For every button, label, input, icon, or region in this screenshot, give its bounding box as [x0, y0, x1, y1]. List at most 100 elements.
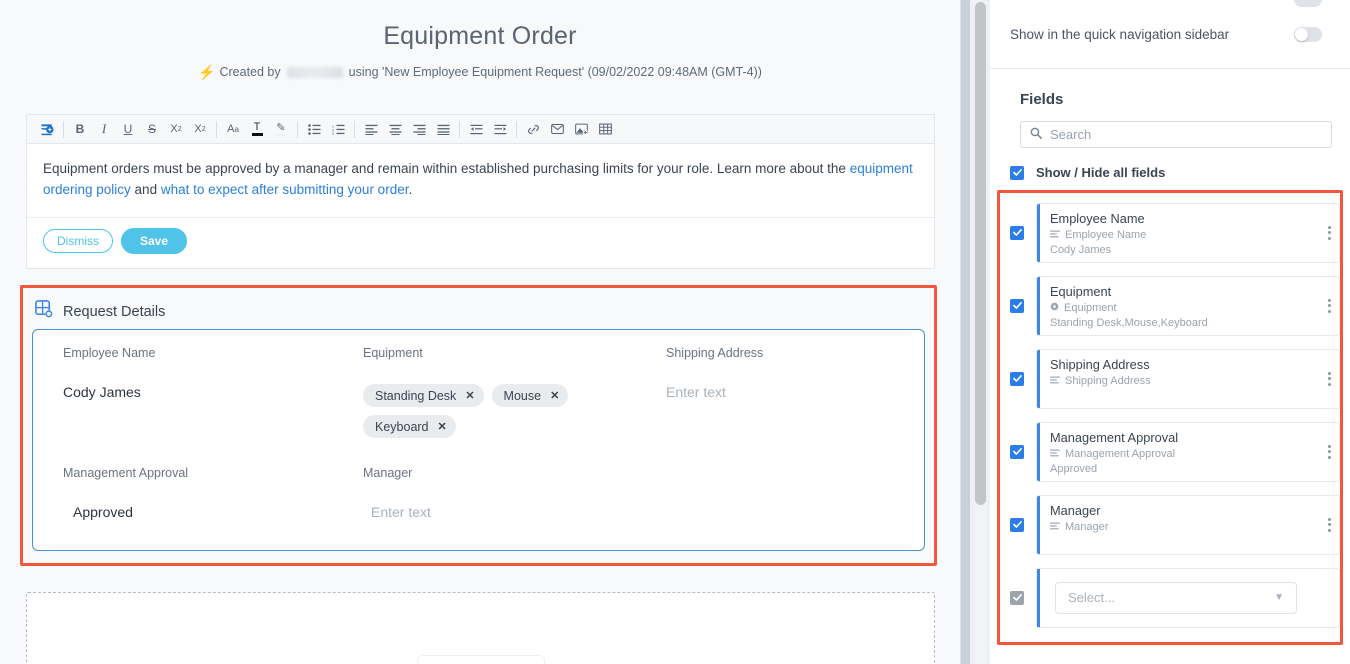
align-center-icon[interactable]: [383, 117, 407, 141]
partial-toggle-above[interactable]: [1294, 0, 1322, 7]
field-visibility-checkbox[interactable]: [1010, 445, 1024, 459]
align-left-icon[interactable]: [359, 117, 383, 141]
new-field-checkbox: [1010, 591, 1024, 605]
insert-table-icon[interactable]: [593, 117, 617, 141]
show-hide-all-row[interactable]: Show / Hide all fields: [990, 148, 1350, 180]
font-size-icon[interactable]: Aa: [221, 117, 245, 141]
insert-field-icon[interactable]: [35, 117, 59, 141]
fields-search-box[interactable]: [1020, 121, 1332, 148]
drop-placeholder-box: [417, 655, 545, 664]
bulleted-list-icon[interactable]: [302, 117, 326, 141]
chip-remove-icon[interactable]: ✕: [550, 389, 559, 402]
rich-text-editor: B I U S X2 X2 Aa T ✎: [26, 114, 935, 269]
bold-icon[interactable]: B: [68, 117, 92, 141]
equipment-field: Equipment Standing Desk ✕ Mouse ✕: [363, 346, 666, 438]
highlight-color-icon[interactable]: ✎: [269, 117, 293, 141]
field-card-type: Employee Name: [1050, 229, 1329, 241]
management-approval-field: Management Approval Approved: [63, 466, 363, 520]
underline-icon[interactable]: U: [116, 117, 140, 141]
toolbar-divider: [297, 121, 298, 138]
numbered-list-icon[interactable]: 123: [326, 117, 350, 141]
created-suffix: using 'New Employee Equipment Request' (…: [349, 65, 762, 79]
dismiss-button[interactable]: Dismiss: [43, 229, 113, 253]
field-card-value: Cody James: [1050, 244, 1329, 256]
equipment-chip[interactable]: Standing Desk ✕: [363, 384, 484, 407]
editor-content[interactable]: Equipment orders must be approved by a m…: [27, 144, 934, 218]
shipping-address-input[interactable]: Enter text: [666, 384, 924, 400]
management-approval-value[interactable]: Approved: [63, 504, 363, 520]
quick-nav-setting-row: Show in the quick navigation sidebar: [990, 0, 1350, 69]
insert-image-icon[interactable]: [569, 117, 593, 141]
chip-remove-icon[interactable]: ✕: [438, 420, 447, 433]
toolbar-divider: [516, 121, 517, 138]
fields-heading: Fields: [990, 69, 1350, 108]
equipment-chip-list: Standing Desk ✕ Mouse ✕ Keyboard ✕: [363, 384, 578, 438]
list-item-new-field: Select... ▼: [1000, 561, 1340, 634]
toolbar-divider: [216, 121, 217, 138]
list-item: Equipment Equipment Standing Desk,Mouse,…: [1000, 269, 1340, 342]
strikethrough-icon[interactable]: S: [140, 117, 164, 141]
field-visibility-checkbox[interactable]: [1010, 372, 1024, 386]
subscript-icon[interactable]: X2: [188, 117, 212, 141]
indent-icon[interactable]: [488, 117, 512, 141]
field-card[interactable]: Manager Manager: [1036, 495, 1340, 555]
fields-search-wrap: [990, 108, 1350, 148]
equipment-chip[interactable]: Keyboard ✕: [363, 415, 456, 438]
field-type-select-value: Select...: [1068, 590, 1115, 605]
attachment-drop-area[interactable]: [26, 592, 935, 664]
field-visibility-checkbox[interactable]: [1010, 226, 1024, 240]
link-icon[interactable]: [521, 117, 545, 141]
toolbar-divider: [354, 121, 355, 138]
align-justify-icon[interactable]: [431, 117, 455, 141]
list-item: Manager Manager: [1000, 488, 1340, 561]
superscript-icon[interactable]: X2: [164, 117, 188, 141]
search-input[interactable]: [1050, 127, 1322, 142]
field-visibility-checkbox[interactable]: [1010, 518, 1024, 532]
field-card-type: Management Approval: [1050, 448, 1329, 460]
text-field-icon: [1050, 229, 1060, 241]
created-by-line: ⚡ Created by using 'New Employee Equipme…: [0, 65, 960, 79]
field-card-menu-icon[interactable]: [1328, 299, 1331, 313]
field-card-type-label: Shipping Address: [1065, 375, 1151, 387]
text-field-icon: [1050, 448, 1060, 460]
svg-text:3: 3: [332, 132, 334, 135]
show-hide-all-checkbox[interactable]: [1010, 166, 1024, 180]
equipment-label: Equipment: [363, 346, 666, 360]
show-hide-all-label: Show / Hide all fields: [1036, 165, 1165, 180]
field-card[interactable]: Management Approval Management Approval …: [1036, 422, 1340, 482]
field-visibility-checkbox[interactable]: [1010, 299, 1024, 313]
field-card-menu-icon[interactable]: [1328, 445, 1331, 459]
field-card[interactable]: Shipping Address Shipping Address: [1036, 349, 1340, 409]
align-right-icon[interactable]: [407, 117, 431, 141]
request-details-highlight: Request Details Employee Name Cody James…: [20, 285, 937, 566]
outdent-icon[interactable]: [464, 117, 488, 141]
field-card-menu-icon[interactable]: [1328, 226, 1331, 240]
editor-actions: Dismiss Save: [27, 218, 934, 268]
quick-nav-toggle[interactable]: [1294, 27, 1322, 42]
field-card-menu-icon[interactable]: [1328, 372, 1331, 386]
chip-remove-icon[interactable]: ✕: [465, 389, 474, 402]
field-type-select[interactable]: Select... ▼: [1055, 582, 1297, 614]
field-card-type-label: Employee Name: [1065, 229, 1146, 241]
field-card[interactable]: Equipment Equipment Standing Desk,Mouse,…: [1036, 276, 1340, 336]
chip-label: Keyboard: [375, 420, 429, 434]
email-icon[interactable]: [545, 117, 569, 141]
what-to-expect-link[interactable]: what to expect after submitting your ord…: [161, 182, 409, 197]
italic-icon[interactable]: I: [92, 117, 116, 141]
section-title: Request Details: [63, 304, 165, 320]
employee-name-value[interactable]: Cody James: [63, 384, 363, 400]
field-card-title: Equipment: [1050, 284, 1329, 299]
field-row-1: Employee Name Cody James Equipment Stand…: [33, 330, 924, 438]
text-color-icon[interactable]: T: [245, 117, 269, 141]
manager-input[interactable]: Enter text: [363, 504, 666, 520]
field-card-menu-icon[interactable]: [1328, 518, 1331, 532]
document-pane: Equipment Order ⚡ Created by using 'New …: [0, 0, 960, 664]
list-item: Shipping Address Shipping Address: [1000, 342, 1340, 415]
text-field-icon: [1050, 521, 1060, 533]
equipment-chip[interactable]: Mouse ✕: [492, 384, 569, 407]
request-details-header: Request Details: [23, 288, 934, 326]
vertical-scrollbar-thumb[interactable]: [975, 2, 986, 505]
save-button[interactable]: Save: [121, 228, 187, 254]
field-card[interactable]: Employee Name Employee Name Cody James: [1036, 203, 1340, 263]
chevron-down-icon: ▼: [1274, 592, 1284, 603]
